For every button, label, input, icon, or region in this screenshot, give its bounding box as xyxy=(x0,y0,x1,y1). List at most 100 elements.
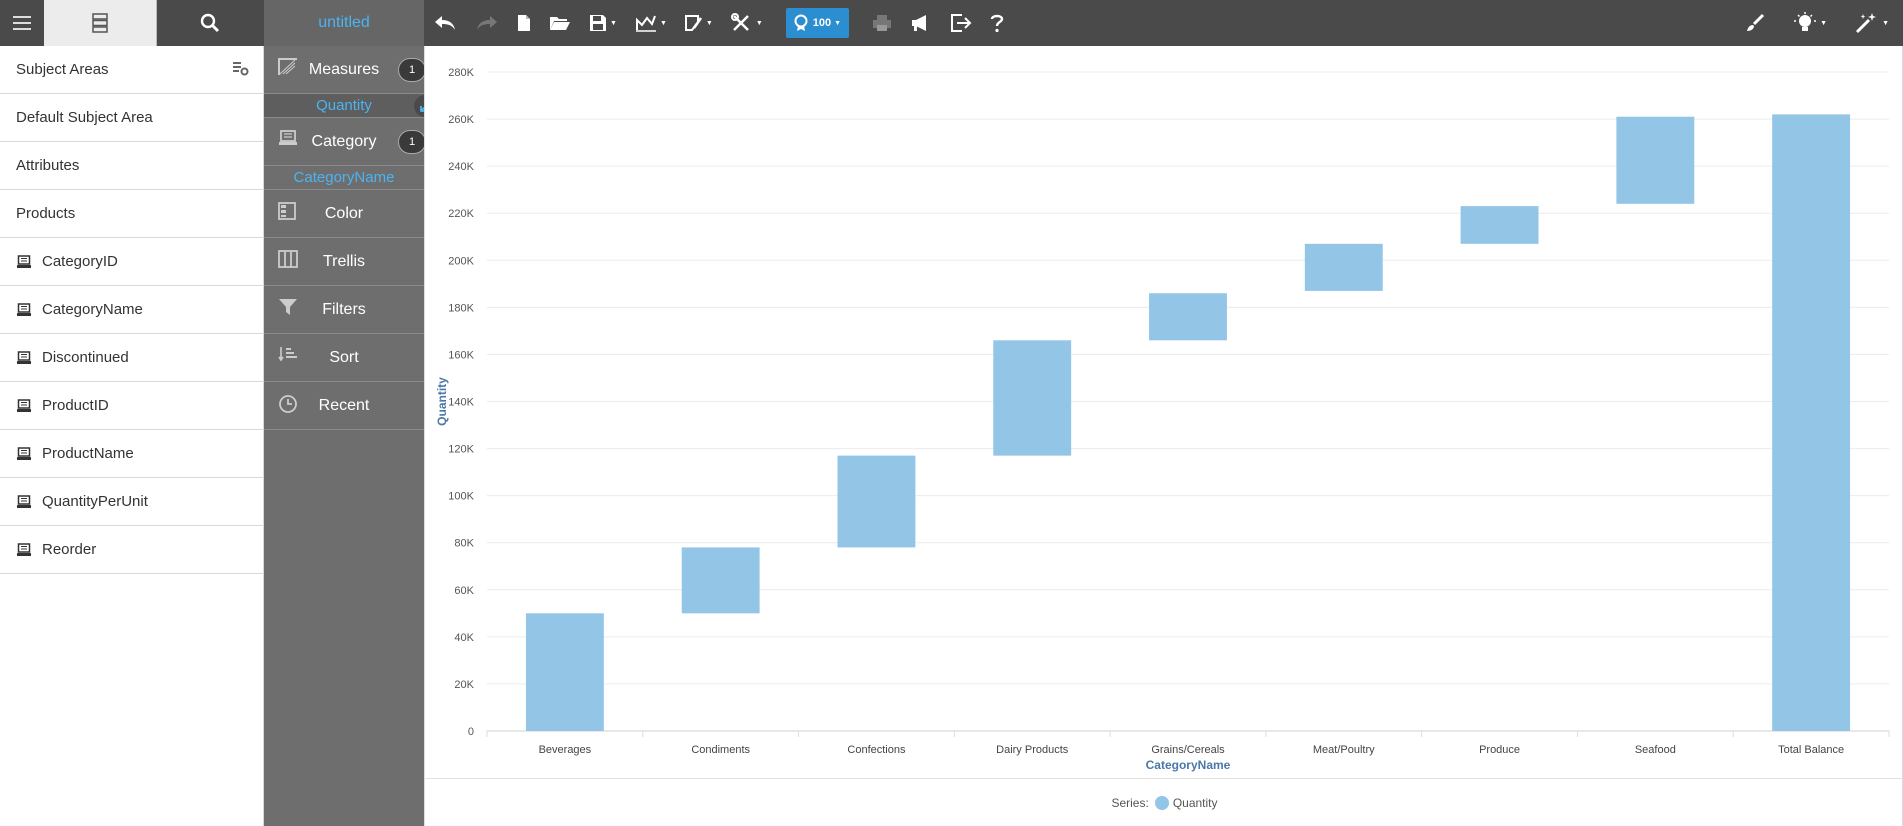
measures-count-badge: 1 xyxy=(398,58,426,82)
magic-wand-icon[interactable]: ▼ xyxy=(1841,0,1903,46)
data-browser-icon[interactable] xyxy=(44,0,157,46)
dimension-field-icon xyxy=(16,350,32,365)
recent-label: Recent xyxy=(318,396,370,414)
filters-shelf[interactable]: Filters xyxy=(264,286,424,334)
category-pill-categoryname[interactable]: CategoryName xyxy=(264,166,424,190)
subject-settings-icon[interactable] xyxy=(233,62,249,80)
dimension-field-icon xyxy=(16,542,32,557)
document-title[interactable]: untitled xyxy=(264,0,424,46)
legend-series-label[interactable]: Quantity xyxy=(1173,796,1218,810)
waterfall-bar[interactable] xyxy=(1616,116,1695,204)
sort-shelf[interactable]: Sort xyxy=(264,334,424,382)
chart-legend: Series: Quantity xyxy=(425,778,1903,826)
waterfall-bar[interactable] xyxy=(1772,114,1851,732)
waterfall-bar[interactable] xyxy=(525,613,604,731)
subject-item-quantityperunit[interactable]: QuantityPerUnit xyxy=(0,478,263,526)
subject-item-label: Default Subject Area xyxy=(16,109,153,126)
x-tick-label: Dairy Products xyxy=(996,744,1069,756)
top-toolbar: untitled ▼ ▼ ▼ ▼ 100 ▼ ▼ ▼ xyxy=(0,0,1903,46)
insights-bulb-icon[interactable]: ▼ xyxy=(1779,0,1841,46)
trellis-icon xyxy=(278,250,298,273)
chart-area: 0 20K 40K 60K 80K 100K 120K 140K 160K 180K 200K 220… xyxy=(424,46,1903,826)
tools-icon[interactable]: ▼ xyxy=(722,0,772,46)
print-icon[interactable] xyxy=(863,0,901,46)
y-tick-label: 60K xyxy=(454,585,474,597)
dimension-field-icon xyxy=(16,446,32,461)
subject-item-label: ProductID xyxy=(42,397,109,414)
subject-areas-header: Subject Areas xyxy=(0,46,263,94)
waterfall-chart[interactable]: 0 20K 40K 60K 80K 100K 120K 140K 160K 180K 200K 220… xyxy=(425,46,1903,778)
legend-title: Series: xyxy=(1111,795,1149,810)
x-tick-label: Confections xyxy=(847,744,906,756)
trellis-shelf[interactable]: Trellis xyxy=(264,238,424,286)
subject-item-productname[interactable]: ProductName xyxy=(0,430,263,478)
category-icon xyxy=(278,130,298,151)
open-folder-icon[interactable] xyxy=(540,0,580,46)
shelf-panel: Measures 1 Quantity Category 1 CategoryN… xyxy=(264,46,438,826)
subject-item-categoryname[interactable]: CategoryName xyxy=(0,286,263,334)
measure-pill-quantity[interactable]: Quantity xyxy=(264,94,438,118)
waterfall-bar[interactable] xyxy=(681,547,760,614)
y-tick-label: 280K xyxy=(448,67,474,79)
waterfall-bar[interactable] xyxy=(1149,293,1227,341)
dimension-field-icon xyxy=(16,254,32,269)
waterfall-bar[interactable] xyxy=(1304,243,1383,291)
y-tick-label: 180K xyxy=(448,302,474,314)
y-tick-label: 260K xyxy=(448,114,474,126)
recent-shelf[interactable]: Recent xyxy=(264,382,424,430)
medal-icon xyxy=(794,14,808,31)
subject-item-label: Attributes xyxy=(16,157,80,174)
export-icon[interactable] xyxy=(941,0,981,46)
dimension-field-icon xyxy=(16,494,32,509)
category-shelf[interactable]: Category 1 xyxy=(264,118,426,166)
waterfall-bar[interactable] xyxy=(837,455,916,548)
subject-item-reorder[interactable]: Reorder xyxy=(0,526,263,574)
category-count-badge: 1 xyxy=(398,130,426,154)
new-document-icon[interactable] xyxy=(508,0,540,46)
legend-swatch[interactable] xyxy=(1154,795,1169,810)
category-pill-label: CategoryName xyxy=(293,169,395,186)
x-tick-label: Total Balance xyxy=(1778,744,1844,756)
y-tick-label: 40K xyxy=(454,632,474,644)
zoom-value: 100 xyxy=(812,17,832,29)
subject-item-label: ProductName xyxy=(42,445,134,462)
redo-icon[interactable] xyxy=(466,0,508,46)
brush-icon[interactable] xyxy=(1731,0,1779,46)
y-tick-label: 120K xyxy=(448,444,474,456)
announce-icon[interactable] xyxy=(901,0,941,46)
x-tick-label: Beverages xyxy=(539,744,592,756)
subject-areas-panel: Subject Areas Default Subject Area Attrib… xyxy=(0,46,264,826)
format-icon[interactable]: ▼ xyxy=(676,0,722,46)
subject-item-attributes[interactable]: Attributes xyxy=(0,142,263,190)
sort-label: Sort xyxy=(329,348,359,366)
measures-icon xyxy=(278,58,298,81)
measures-shelf[interactable]: Measures 1 xyxy=(264,46,426,94)
save-icon[interactable]: ▼ xyxy=(580,0,626,46)
subject-item-products[interactable]: Products xyxy=(0,190,263,238)
waterfall-bar[interactable] xyxy=(993,340,1072,456)
subject-item-label: Products xyxy=(16,205,76,222)
subject-item-label: Discontinued xyxy=(42,349,129,366)
y-tick-label: 160K xyxy=(448,349,474,361)
measures-label: Measures xyxy=(308,60,380,78)
subject-item-productid[interactable]: ProductID xyxy=(0,382,263,430)
undo-icon[interactable] xyxy=(424,0,466,46)
search-icon[interactable] xyxy=(157,0,263,46)
measure-pill-label: Quantity xyxy=(316,97,372,114)
y-tick-label: 220K xyxy=(448,208,474,220)
subject-item-default-subject-area[interactable]: Default Subject Area xyxy=(0,94,263,142)
zoom-selector[interactable]: 100 ▼ xyxy=(785,8,850,38)
subject-item-categoryid[interactable]: CategoryID xyxy=(0,238,263,286)
help-icon[interactable] xyxy=(981,0,1013,46)
waterfall-bar[interactable] xyxy=(1460,206,1539,244)
subject-item-discontinued[interactable]: Discontinued xyxy=(0,334,263,382)
color-shelf[interactable]: Color xyxy=(264,190,424,238)
y-tick-label: 140K xyxy=(448,397,474,409)
menu-icon[interactable] xyxy=(0,0,44,46)
subject-item-label: QuantityPerUnit xyxy=(42,493,148,510)
sort-icon xyxy=(278,346,298,367)
color-label: Color xyxy=(324,204,364,222)
dimension-field-icon xyxy=(16,398,32,413)
x-tick-label: Meat/Poultry xyxy=(1313,744,1375,756)
chart-type-icon[interactable]: ▼ xyxy=(626,0,676,46)
